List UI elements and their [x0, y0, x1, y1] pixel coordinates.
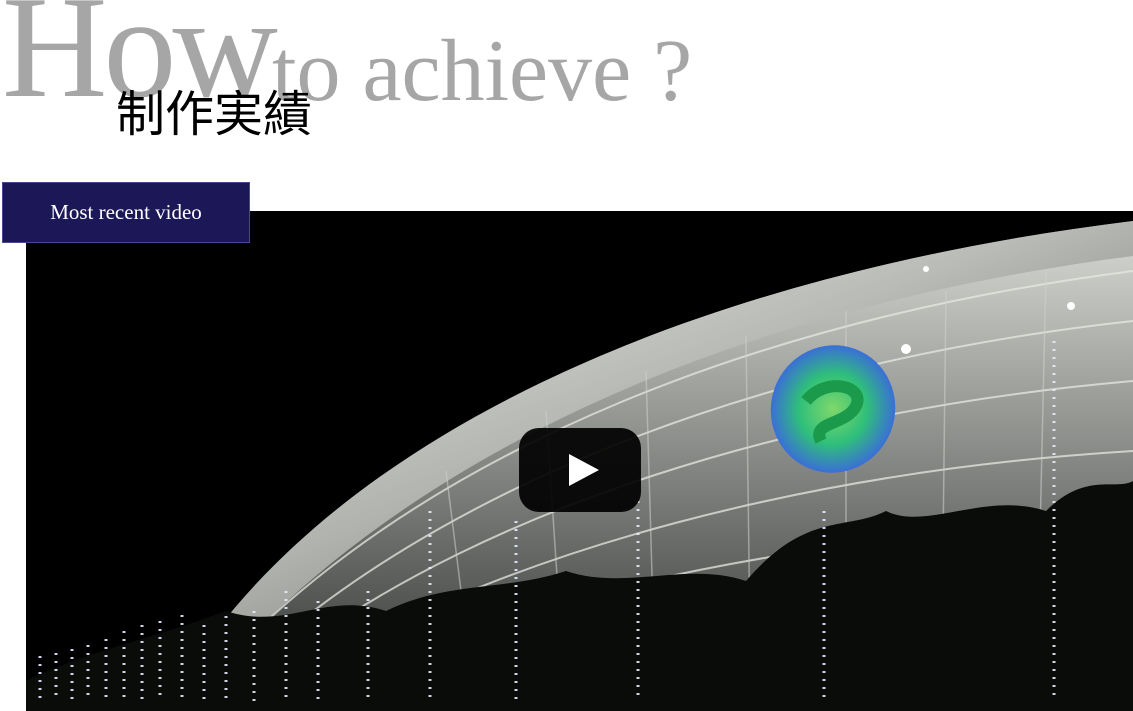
play-button[interactable] — [519, 428, 641, 512]
play-icon[interactable] — [569, 454, 599, 486]
page: How to achieve ? 制作実績 Most recent video — [0, 0, 1133, 711]
background-heading-to-achieve: to achieve ? — [272, 23, 693, 120]
section-title: 制作実績 — [116, 86, 313, 143]
most-recent-video-label: Most recent video — [2, 182, 250, 243]
